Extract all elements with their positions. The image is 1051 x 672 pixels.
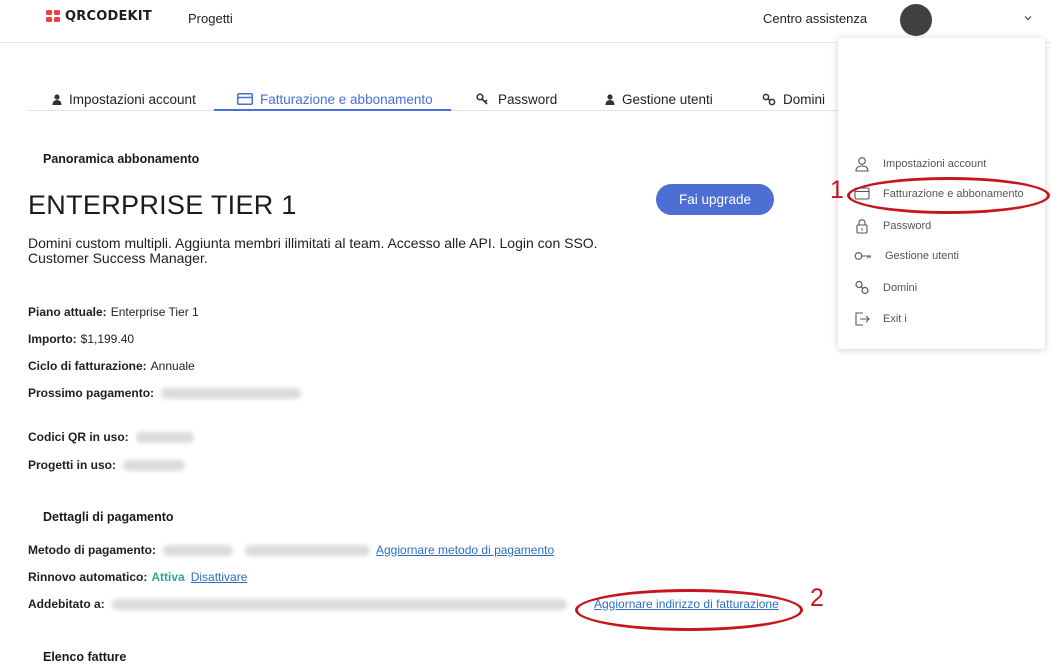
redacted-value [111, 598, 567, 610]
status-badge: Attiva [151, 570, 185, 584]
menu-item-label: Impostazioni account [883, 158, 987, 170]
field-label: Importo: [28, 332, 77, 346]
current-plan-row: Piano attuale: Enterprise Tier 1 [28, 305, 199, 319]
help-center-link[interactable]: Centro assistenza [763, 11, 867, 26]
field-value: Enterprise Tier 1 [110, 305, 199, 319]
tab-label: Domini [783, 91, 826, 107]
plan-description-line: Customer Success Manager. [28, 250, 208, 266]
chevron-down-icon[interactable] [1022, 12, 1034, 24]
next-payment-row: Prossimo pagamento: [28, 386, 302, 400]
payment-section-title: Dettagli di pagamento [43, 510, 174, 524]
redacted-value [245, 544, 370, 556]
auto-renew-row: Rinnovo automatico: Attiva Disattivare [28, 570, 247, 584]
field-label: Progetti in uso: [28, 458, 116, 472]
tab-label: Impostazioni account [69, 91, 196, 107]
logo-text: QRCODEKIT [65, 9, 152, 24]
annotation-ring-1 [847, 177, 1050, 214]
redacted-value [161, 387, 302, 399]
field-label: Ciclo di fatturazione: [28, 359, 147, 373]
app-logo[interactable]: QRCODEKIT [46, 9, 152, 24]
user-icon [605, 93, 615, 105]
disable-auto-renew-link[interactable]: Disattivare [191, 570, 248, 584]
menu-item-user-management[interactable]: Gestione utenti [854, 250, 959, 262]
subscription-section-title: Panoramica abbonamento [43, 152, 200, 166]
field-label: Rinnovo automatico: [28, 570, 148, 584]
menu-item-domains[interactable]: Domini [854, 280, 917, 295]
logo-mark-icon [46, 10, 60, 23]
key-icon [476, 93, 488, 105]
annotation-number-1: 1 [830, 176, 844, 204]
billing-cycle-row: Ciclo di fatturazione: Annuale [28, 359, 195, 373]
field-value: Annuale [150, 359, 195, 373]
tab-billing[interactable]: Fatturazione e abbonamento [237, 88, 433, 110]
active-tab-indicator [214, 109, 451, 111]
redacted-value [135, 431, 194, 443]
link-icon [762, 93, 776, 105]
tab-label: Gestione utenti [622, 91, 713, 107]
tab-domains[interactable]: Domini [762, 88, 825, 110]
tab-label: Fatturazione e abbonamento [260, 91, 433, 107]
menu-item-label: Domini [883, 281, 918, 294]
amount-row: Importo: $1,199.40 [28, 332, 134, 346]
qr-codes-in-use-row: Codici QR in uso: [28, 430, 194, 444]
field-label: Metodo di pagamento: [28, 543, 156, 557]
menu-item-label: Exit i [883, 313, 907, 325]
exit-icon [855, 312, 870, 326]
projects-in-use-row: Progetti in uso: [28, 458, 185, 472]
annotation-number-2: 2 [810, 584, 824, 612]
menu-item-account-settings[interactable]: Impostazioni account [854, 156, 986, 172]
menu-item-exit[interactable]: Exit i [854, 311, 907, 327]
annotation-ring-2 [575, 589, 803, 631]
billed-to-row: Addebitato a: [28, 597, 567, 611]
menu-item-label: Gestione utenti [885, 250, 959, 262]
upgrade-button[interactable]: Fai upgrade [656, 184, 774, 215]
redacted-value [163, 544, 233, 556]
field-label: Prossimo pagamento: [28, 386, 155, 400]
user-outline-icon [855, 157, 869, 172]
tab-user-management[interactable]: Gestione utenti [605, 88, 713, 110]
key-outline-icon [854, 252, 871, 260]
field-label: Addebitato a: [28, 597, 105, 611]
field-label: Piano attuale: [28, 305, 107, 319]
field-value: $1,199.40 [80, 332, 135, 346]
field-label: Codici QR in uso: [28, 430, 129, 444]
top-bar [0, 0, 1051, 43]
tab-account-settings[interactable]: Impostazioni account [52, 88, 196, 110]
redacted-value [123, 459, 185, 471]
menu-item-label: Password [883, 220, 932, 232]
link-icon [855, 280, 869, 295]
user-icon [52, 93, 62, 105]
invoices-section-title: Elenco fatture [43, 650, 127, 664]
plan-description-line: Domini custom multipli. Aggiunta membri … [28, 235, 598, 251]
plan-description: Domini custom multipli. Aggiunta membri … [28, 236, 628, 266]
avatar[interactable] [900, 4, 932, 36]
nav-projects-link[interactable]: Progetti [188, 11, 233, 26]
plan-tier-title: ENTERPRISE TIER 1 [28, 190, 297, 220]
lock-icon [856, 219, 868, 234]
tab-label: Password [498, 91, 558, 107]
card-icon [237, 93, 253, 105]
payment-method-row: Metodo di pagamento: Aggiornare metodo d… [28, 543, 554, 557]
update-payment-method-link[interactable]: Aggiornare metodo di pagamento [376, 543, 554, 557]
tab-password[interactable]: Password [476, 88, 557, 110]
menu-item-password[interactable]: Password [854, 218, 931, 234]
